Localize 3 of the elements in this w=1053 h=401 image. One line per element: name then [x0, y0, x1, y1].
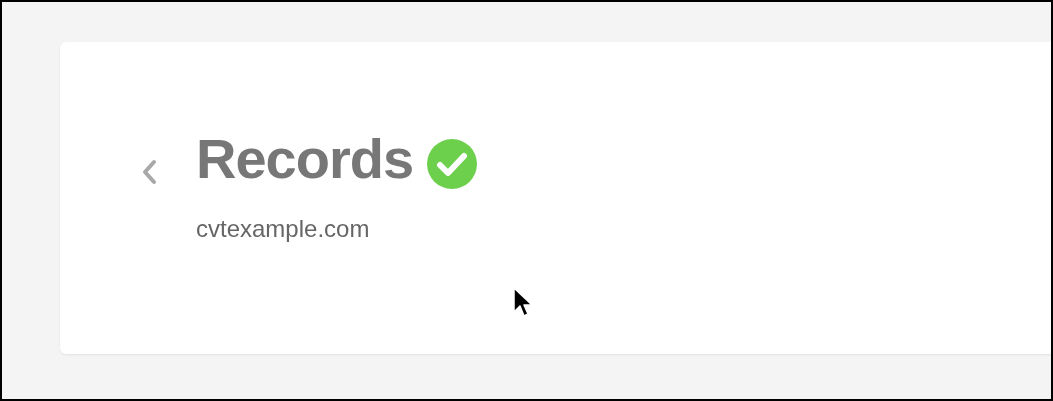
back-chevron-icon[interactable]	[140, 159, 158, 185]
page-title: Records	[196, 131, 414, 187]
domain-name: cvtexample.com	[196, 214, 371, 244]
